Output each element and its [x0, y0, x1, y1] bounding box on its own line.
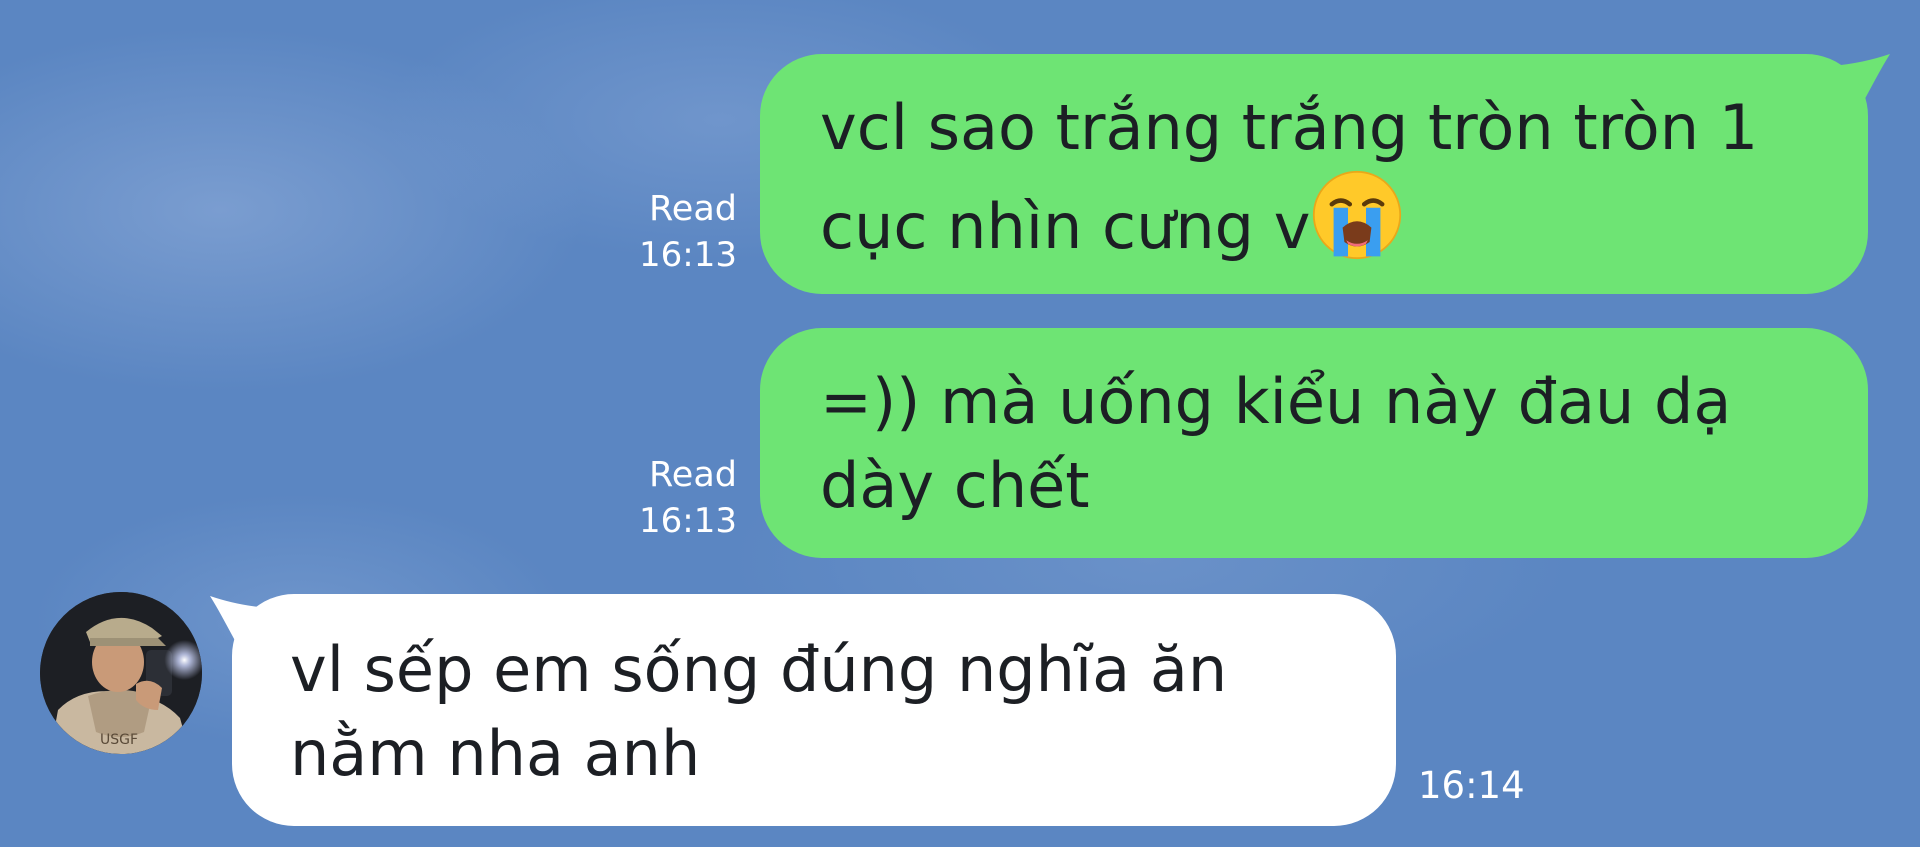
message-bubble-outgoing[interactable]: vcl sao trắng trắng tròn tròn 1 cục nhìn…	[760, 54, 1868, 294]
chat-view: Read 16:13 vcl sao trắng trắng tròn tròn…	[0, 0, 1920, 847]
message-time: 16:13	[639, 235, 737, 275]
message-line: =)) mà uống kiểu này đau dạ	[820, 365, 1732, 438]
svg-text:USGF: USGF	[100, 732, 138, 748]
message-line: vcl sao trắng trắng tròn tròn 1	[820, 91, 1759, 164]
read-status: Read	[649, 189, 737, 229]
read-status: Read	[649, 455, 737, 495]
message-bubble-outgoing[interactable]: =)) mà uống kiểu này đau dạ dày chết	[760, 328, 1868, 558]
message-time: 16:14	[1418, 764, 1525, 807]
avatar-photo: USGF	[40, 592, 202, 754]
message-meta: Read 16:13	[597, 452, 737, 544]
message-meta: Read 16:13	[597, 186, 737, 278]
message-line: cục nhìn cưng v	[820, 190, 1311, 263]
message-line-with-emoji: cục nhìn cưng v	[820, 170, 1808, 281]
contact-avatar[interactable]: USGF	[40, 592, 202, 754]
message-line: dày chết	[820, 449, 1090, 522]
message-time: 16:13	[639, 501, 737, 541]
message-line: vl sếp em sống đúng nghĩa ăn	[290, 633, 1228, 706]
loudly-crying-face-icon	[1312, 170, 1402, 281]
message-line: nằm nha anh	[290, 717, 701, 790]
message-bubble-incoming[interactable]: vl sếp em sống đúng nghĩa ăn nằm nha anh	[232, 594, 1396, 826]
